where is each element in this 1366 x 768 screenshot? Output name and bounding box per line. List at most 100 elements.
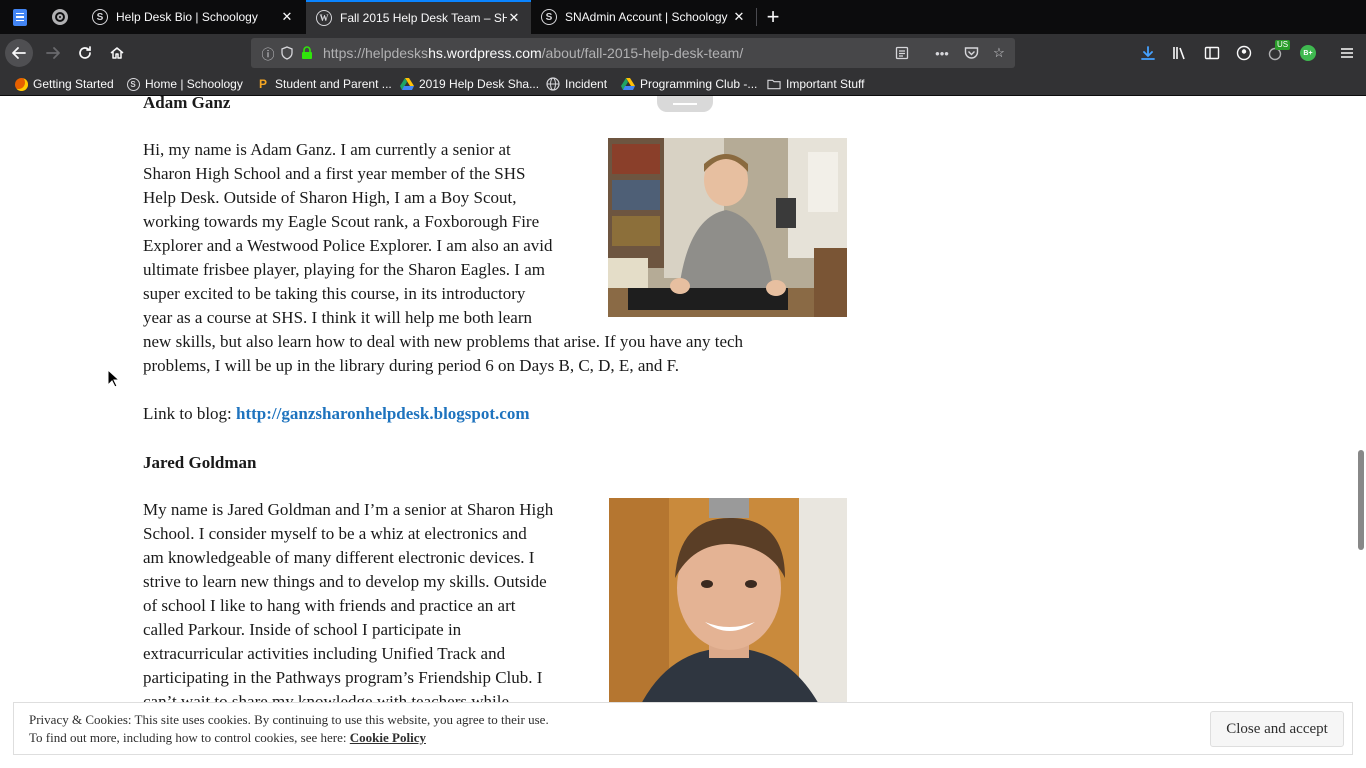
arrow-right-icon bbox=[46, 47, 60, 59]
reload-icon bbox=[79, 46, 91, 59]
bio-line: am knowledgeable of many different elect… bbox=[143, 548, 535, 567]
schoology-icon: S bbox=[126, 77, 140, 91]
wordpress-icon: W bbox=[316, 10, 332, 26]
menu-button[interactable] bbox=[1333, 39, 1361, 67]
schoology-icon: S bbox=[541, 9, 557, 25]
page-scrollbar[interactable] bbox=[1355, 96, 1366, 768]
vpn-country-badge: US bbox=[1275, 40, 1291, 50]
blog-label: Link to blog: bbox=[143, 404, 237, 423]
header-toggle-handle[interactable] bbox=[657, 96, 713, 112]
home-icon bbox=[110, 47, 124, 59]
forward-button[interactable] bbox=[39, 39, 67, 67]
blog-line: Link to blog: http://ganzsharonhelpdesk.… bbox=[143, 402, 530, 426]
pocket-icon[interactable] bbox=[963, 45, 979, 61]
library-icon bbox=[1173, 47, 1185, 60]
bookmark-label: Student and Parent ... bbox=[275, 77, 392, 91]
reload-button[interactable] bbox=[71, 39, 99, 67]
tab-title: Help Desk Bio | Schoology bbox=[116, 10, 258, 24]
firefox-icon bbox=[14, 77, 28, 91]
pinned-tab-app[interactable] bbox=[40, 0, 80, 34]
library-button[interactable] bbox=[1166, 39, 1194, 67]
downloads-button[interactable] bbox=[1134, 39, 1162, 67]
scrollbar-thumb[interactable] bbox=[1358, 450, 1364, 550]
reader-view-icon[interactable] bbox=[894, 45, 910, 61]
back-button[interactable] bbox=[5, 39, 33, 67]
sidebar-button[interactable] bbox=[1198, 39, 1226, 67]
photo-jared-goldman bbox=[609, 498, 847, 708]
bio-line: problems, I will be up in the library du… bbox=[143, 356, 679, 375]
google-drive-icon bbox=[621, 77, 635, 91]
cookie-line-1: Privacy & Cookies: This site uses cookie… bbox=[29, 712, 549, 727]
cookie-line-2: To find out more, including how to contr… bbox=[29, 730, 426, 745]
tracking-shield-icon[interactable] bbox=[279, 45, 295, 61]
arrow-left-icon bbox=[12, 47, 26, 59]
cookie-banner: Privacy & Cookies: This site uses cookie… bbox=[13, 702, 1353, 755]
close-tab-icon[interactable]: ✕ bbox=[280, 9, 294, 24]
navigation-bar: ⓘ https://helpdeskshs.wordpress.com/abou… bbox=[0, 34, 1366, 72]
bio-line: My name is Jared Goldman and I’m a senio… bbox=[143, 500, 554, 519]
url-text[interactable]: https://helpdeskshs.wordpress.com/about/… bbox=[323, 45, 743, 61]
tab-strip: S Help Desk Bio | Schoology ✕ W Fall 201… bbox=[0, 0, 1366, 34]
close-tab-icon[interactable]: ✕ bbox=[507, 10, 521, 25]
home-button[interactable] bbox=[103, 39, 131, 67]
bookmark-label: 2019 Help Desk Sha... bbox=[419, 77, 540, 91]
photo-adam-ganz bbox=[608, 138, 847, 317]
member-name-jared: Jared Goldman bbox=[143, 453, 257, 472]
more-actions-icon[interactable]: ••• bbox=[934, 45, 950, 61]
bio-line: strive to learn new things and to develo… bbox=[143, 572, 547, 591]
member-name-adam: Adam Ganz bbox=[143, 96, 231, 112]
bookmark-help-desk-sheet[interactable]: 2019 Help Desk Sha... bbox=[400, 75, 539, 93]
bookmark-star-icon[interactable]: ☆ bbox=[991, 45, 1007, 61]
url-bar[interactable]: ⓘ https://helpdeskshs.wordpress.com/abou… bbox=[251, 38, 1015, 68]
swirl-icon bbox=[52, 9, 68, 25]
bookmarks-toolbar: Getting Started S Home | Schoology P Stu… bbox=[0, 72, 1366, 96]
vpn-extension-button[interactable]: US bbox=[1262, 39, 1291, 67]
bookmark-label: Programming Club -... bbox=[640, 77, 758, 91]
bio-line: School. I consider myself to be a whiz a… bbox=[143, 524, 527, 543]
bio-line: participating in the Pathways program’s … bbox=[143, 668, 543, 687]
tab-separator bbox=[756, 8, 757, 26]
close-and-accept-button[interactable]: Close and accept bbox=[1210, 711, 1344, 747]
folder-icon bbox=[767, 77, 781, 91]
schoology-icon: S bbox=[92, 9, 108, 25]
bookmark-student-and-parent[interactable]: P Student and Parent ... bbox=[256, 75, 392, 93]
hamburger-menu-icon bbox=[1341, 48, 1353, 58]
sidebar-icon bbox=[1204, 46, 1220, 60]
cookie-policy-link[interactable]: Cookie Policy bbox=[350, 730, 426, 745]
download-icon bbox=[1141, 46, 1155, 60]
bio-line: called Parkour. Inside of school I parti… bbox=[143, 620, 462, 639]
bio-line: new skills, but also learn how to deal w… bbox=[143, 332, 744, 351]
bookmark-incident[interactable]: Incident bbox=[546, 75, 607, 93]
blog-link[interactable]: http://ganzsharonhelpdesk.blogspot.com bbox=[236, 404, 529, 423]
google-drive-icon bbox=[400, 77, 414, 91]
web-page: Adam Ganz Hi, my name is Adam Ganz. I am… bbox=[0, 96, 1355, 768]
bookmark-programming-club[interactable]: Programming Club -... bbox=[621, 75, 757, 93]
bookmark-home-schoology[interactable]: S Home | Schoology bbox=[126, 75, 243, 93]
bookmark-label: Getting Started bbox=[33, 77, 114, 91]
bookmark-label: Important Stuff bbox=[786, 77, 865, 91]
grade-extension-button[interactable]: B+ bbox=[1294, 39, 1322, 67]
docs-icon bbox=[13, 8, 27, 26]
tab-snadmin-account[interactable]: S SNAdmin Account | Schoology ✕ bbox=[531, 0, 756, 34]
bio-line: extracurricular activities including Uni… bbox=[143, 644, 506, 663]
account-icon bbox=[1236, 45, 1252, 61]
pinned-tab-docs[interactable] bbox=[0, 0, 40, 34]
tab-title: SNAdmin Account | Schoology bbox=[565, 10, 728, 24]
mouse-cursor-icon bbox=[107, 368, 121, 393]
p-logo-icon: P bbox=[258, 77, 267, 91]
globe-icon bbox=[546, 77, 560, 91]
bookmark-folder-important-stuff[interactable]: Important Stuff bbox=[767, 75, 865, 93]
info-icon[interactable]: ⓘ bbox=[260, 45, 276, 62]
bio-line: of school I like to hang with friends an… bbox=[143, 596, 516, 615]
bio-jared: My name is Jared Goldman and I’m a senio… bbox=[143, 498, 553, 714]
extension-badge: B+ bbox=[1300, 45, 1316, 61]
lock-icon[interactable] bbox=[299, 45, 315, 61]
tab-fall-2015-help-desk-team[interactable]: W Fall 2015 Help Desk Team – SHS ✕ bbox=[306, 0, 531, 34]
tab-help-desk-bio[interactable]: S Help Desk Bio | Schoology ✕ bbox=[82, 0, 304, 34]
close-tab-icon[interactable]: ✕ bbox=[732, 9, 746, 24]
account-button[interactable] bbox=[1230, 39, 1258, 67]
cookie-text: Privacy & Cookies: This site uses cookie… bbox=[29, 711, 549, 747]
new-tab-button[interactable]: + bbox=[760, 0, 786, 34]
bookmark-label: Incident bbox=[565, 77, 608, 91]
bookmark-getting-started[interactable]: Getting Started bbox=[14, 75, 114, 93]
